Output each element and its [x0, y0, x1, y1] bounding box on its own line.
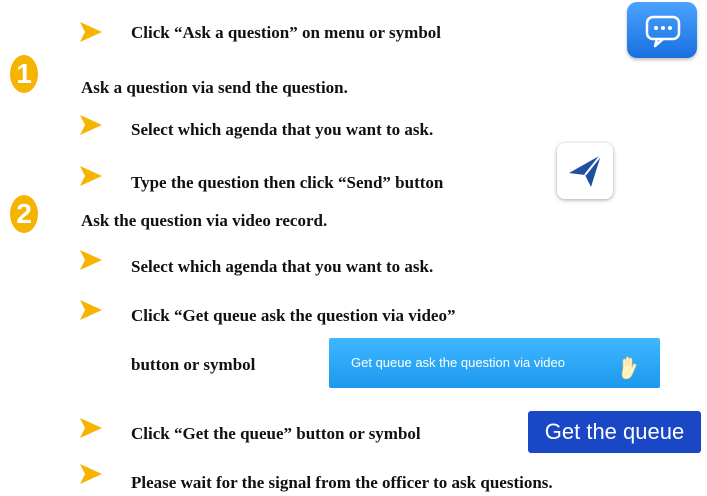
video-button-label: Get queue ask the question via video [351, 355, 565, 370]
get-the-queue-button[interactable]: Get the queue [528, 411, 701, 453]
paper-plane-icon[interactable] [557, 143, 613, 199]
raised-hand-icon [619, 351, 637, 401]
step-2-item: Click “Get the queue” button or symbol [131, 424, 421, 443]
step-2-item: button or symbol [131, 355, 256, 374]
get-queue-video-button[interactable]: Get queue ask the question via video [329, 338, 660, 388]
step-1-title: Ask a question via send the question. [81, 78, 348, 97]
step-2-item: Please wait for the signal from the offi… [131, 473, 553, 492]
bullet-arrow-icon [80, 418, 102, 438]
step-1-badge: 1 [10, 55, 38, 93]
bullet-arrow-icon [80, 250, 102, 270]
intro-instruction: Click “Ask a question” on menu or symbol [131, 23, 441, 42]
step-2-item: Select which agenda that you want to ask… [131, 257, 434, 276]
step-2-title: Ask the question via video record. [81, 211, 328, 230]
bullet-arrow-icon [80, 115, 102, 135]
step-2-item: Click “Get queue ask the question via vi… [131, 306, 456, 325]
bullet-arrow-icon [80, 300, 102, 320]
step-2-badge: 2 [10, 195, 38, 233]
bullet-arrow-icon [80, 166, 102, 186]
bullet-arrow-icon [80, 22, 102, 42]
bullet-arrow-icon [80, 464, 102, 484]
step-1-item: Type the question then click “Send” butt… [131, 173, 444, 192]
chat-bubble-icon[interactable] [627, 2, 697, 58]
step-1-item: Select which agenda that you want to ask… [131, 120, 434, 139]
